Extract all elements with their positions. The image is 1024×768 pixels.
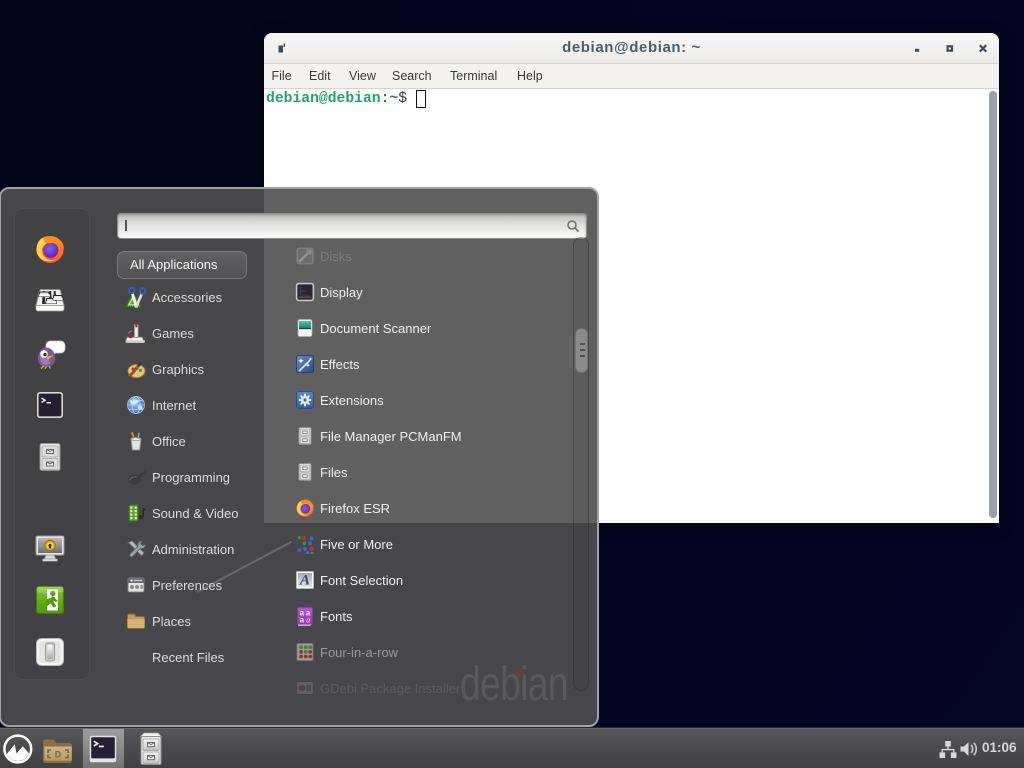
svg-text:A: A	[299, 573, 310, 589]
svg-text:a: a	[300, 616, 305, 625]
svg-text:D: D	[55, 750, 62, 760]
svg-text:a: a	[306, 616, 310, 625]
